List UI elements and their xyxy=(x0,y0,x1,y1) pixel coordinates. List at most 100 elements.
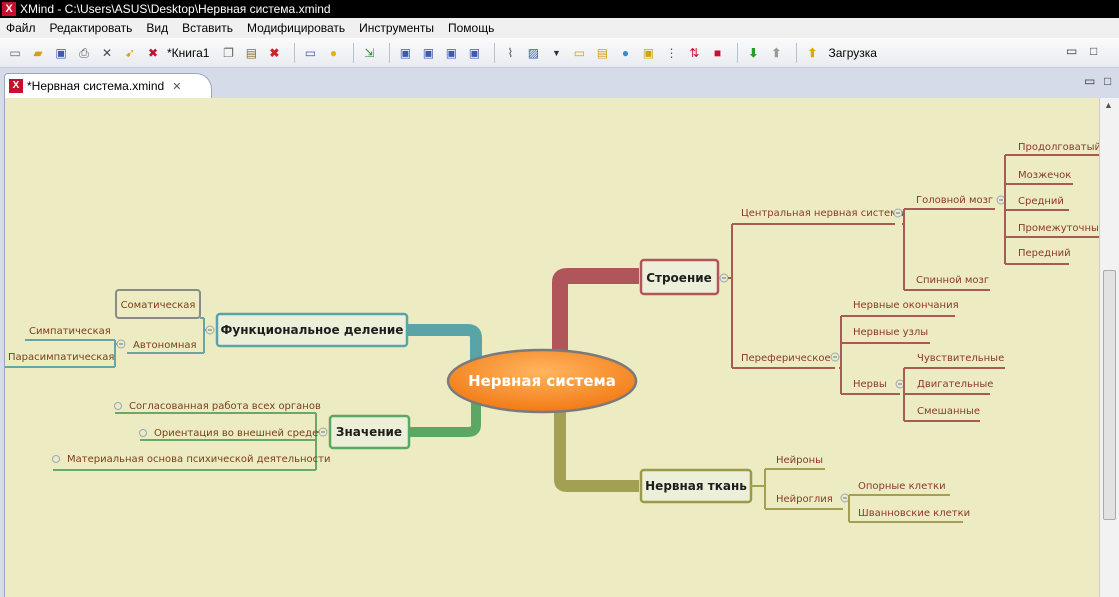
topic-brain-label[interactable]: Головной мозг xyxy=(916,195,993,206)
minimize-view-icon[interactable]: ▭ xyxy=(1066,44,1077,58)
znachenie-item-material-basis[interactable]: Материальная основа психической деятельн… xyxy=(67,454,331,465)
branch-znachenie-connector xyxy=(409,398,481,437)
topic-nerve-endings-label[interactable]: Нервные окончания xyxy=(853,300,959,311)
topic-peripheral-label[interactable]: Переферическое xyxy=(741,353,831,364)
branch-funkcional-connector xyxy=(407,324,482,362)
stroenie-sub-connector xyxy=(728,223,895,369)
toolbar-separator xyxy=(353,42,355,63)
summary-icon[interactable]: ▤ xyxy=(593,44,611,62)
glia-type-support[interactable]: Опорные клетки xyxy=(858,481,946,492)
toolbar-separator xyxy=(389,42,391,63)
menu-help[interactable]: Помощь xyxy=(448,21,494,35)
delete-icon[interactable]: ✖ xyxy=(265,44,283,62)
brain-part-midbrain[interactable]: Средний xyxy=(1018,196,1064,207)
editor-minimize-icon[interactable]: ▭ xyxy=(1084,74,1095,88)
open-folder-icon[interactable]: ▰ xyxy=(29,44,47,62)
boundary-icon[interactable]: ▭ xyxy=(570,44,588,62)
znachenie-item-orientation[interactable]: Ориентация во внешней среде xyxy=(154,428,318,439)
xmind-file-icon[interactable]: ✖ xyxy=(144,44,162,62)
attachment-icon[interactable]: ⌇ xyxy=(501,44,519,62)
print-icon[interactable]: ⎙ xyxy=(75,44,93,62)
insert-parent-topic-icon[interactable]: ▣ xyxy=(465,44,483,62)
insert-topic-before-icon[interactable]: ▣ xyxy=(442,44,460,62)
autonomic-type-sympathetic[interactable]: Симпатическая xyxy=(29,326,111,337)
topic-funkcional-label: Функциональное деление xyxy=(221,323,404,337)
presentation-icon[interactable]: ▭ xyxy=(301,44,319,62)
paste-icon[interactable]: ▤ xyxy=(242,44,260,62)
topic-neuroglia-label[interactable]: Нейроглия xyxy=(776,494,833,505)
brain-part-medulla[interactable]: Продолговатый xyxy=(1018,142,1099,153)
notes-icon[interactable]: ▣ xyxy=(639,44,657,62)
upload-arrow-icon[interactable]: ⬆ xyxy=(803,44,821,62)
insert-topic-icon[interactable]: ▣ xyxy=(396,44,414,62)
topic-znachenie-label: Значение xyxy=(336,425,402,439)
brain-part-cerebellum[interactable]: Мозжечок xyxy=(1018,170,1071,181)
idea-bulb-icon[interactable]: ● xyxy=(324,44,342,62)
book-tab-label[interactable]: *Книга1 xyxy=(167,46,209,60)
glia-type-schwann[interactable]: Шванновские клетки xyxy=(858,508,970,519)
menu-view[interactable]: Вид xyxy=(146,21,168,35)
menu-edit[interactable]: Редактировать xyxy=(50,21,133,35)
download-arrow-icon[interactable]: ⬇ xyxy=(744,44,762,62)
tab-nervnaya-sistema[interactable]: X *Нервная система.xmind ✕ xyxy=(4,73,212,98)
insert-subtopic-icon[interactable]: ▣ xyxy=(419,44,437,62)
topic-neurons-label[interactable]: Нейроны xyxy=(776,455,823,466)
title-bar: X XMind - C:\Users\ASUS\Desktop\Нервная … xyxy=(0,0,1119,18)
pin-icon[interactable]: ➹ xyxy=(121,44,139,62)
toolbar-separator xyxy=(494,42,496,63)
scroll-thumb[interactable] xyxy=(1103,270,1116,520)
editor-maximize-icon[interactable]: □ xyxy=(1104,74,1111,88)
menu-insert[interactable]: Вставить xyxy=(182,21,233,35)
window-title: XMind - C:\Users\ASUS\Desktop\Нервная си… xyxy=(20,2,331,16)
nerve-type-motor[interactable]: Двигательные xyxy=(917,379,993,390)
tab-label: *Нервная система.xmind xyxy=(27,79,165,93)
toolbar-separator xyxy=(796,42,798,63)
znachenie-item-3-expand-icon[interactable] xyxy=(52,455,60,463)
autonomic-type-parasympathetic[interactable]: Парасимпатическая xyxy=(8,352,114,363)
xmind-app-icon: X xyxy=(2,2,16,16)
topic-tkan-label: Нервная ткань xyxy=(645,479,747,493)
brain-part-diencephalon[interactable]: Промежуточный xyxy=(1018,223,1099,234)
topic-nerve-ganglia-label[interactable]: Нервные узлы xyxy=(853,327,928,338)
menu-bar: Файл Редактировать Вид Вставить Модифици… xyxy=(0,18,1119,38)
upload-button[interactable]: Загрузка xyxy=(828,46,877,60)
toolbar: ▭ ▰ ▣ ⎙ ✕ ➹ ✖ *Книга1 ❐ ▤ ✖ ▭ ● ⇲ ▣ ▣ ▣ … xyxy=(0,38,1119,68)
topic-autonomic-label[interactable]: Автономная xyxy=(133,340,197,351)
menu-modify[interactable]: Модифицировать xyxy=(247,21,345,35)
dropdown-arrow-icon[interactable]: ▼ xyxy=(547,44,565,62)
mind-map-canvas[interactable]: Нервная система Строение Центральная нер… xyxy=(4,98,1099,597)
image-icon[interactable]: ▨ xyxy=(524,44,542,62)
new-file-icon[interactable]: ▭ xyxy=(6,44,24,62)
xmind-file-icon: X xyxy=(9,79,23,93)
znachenie-item-coordination[interactable]: Согласованная работа всех органов xyxy=(129,401,321,412)
topic-somatic-label: Соматическая xyxy=(121,300,196,311)
vertical-scrollbar[interactable]: ▲ xyxy=(1099,98,1119,597)
menu-file[interactable]: Файл xyxy=(6,21,36,35)
save-icon[interactable]: ▣ xyxy=(52,44,70,62)
znachenie-item-1-expand-icon[interactable] xyxy=(114,402,122,410)
topic-stroenie-label: Строение xyxy=(646,271,712,285)
brain-part-forebrain[interactable]: Передний xyxy=(1018,248,1071,259)
relationship-icon[interactable]: ⋮ xyxy=(662,44,680,62)
branch-stroenie-connector xyxy=(552,268,639,362)
scroll-up-arrow-icon[interactable]: ▲ xyxy=(1104,100,1113,110)
znachenie-item-2-expand-icon[interactable] xyxy=(139,429,147,437)
upload-arrow-gray-icon[interactable]: ⬆ xyxy=(767,44,785,62)
topic-nerves-label[interactable]: Нервы xyxy=(853,379,887,390)
sort-icon[interactable]: ⇅ xyxy=(685,44,703,62)
menu-tools[interactable]: Инструменты xyxy=(359,21,434,35)
close-icon[interactable]: ✕ xyxy=(98,44,116,62)
drill-down-icon[interactable]: ⇲ xyxy=(360,44,378,62)
stop-icon[interactable]: ■ xyxy=(708,44,726,62)
maximize-view-icon[interactable]: □ xyxy=(1090,44,1097,58)
nerve-type-mixed[interactable]: Смешанные xyxy=(917,406,980,417)
tab-close-icon[interactable]: ✕ xyxy=(172,80,181,93)
topic-spinal-cord-label[interactable]: Спинной мозг xyxy=(916,275,989,286)
nerve-type-sensory[interactable]: Чувствительные xyxy=(917,353,1004,364)
topic-cns-label[interactable]: Центральная нервная система xyxy=(741,208,904,219)
copy-icon[interactable]: ❐ xyxy=(219,44,237,62)
toolbar-separator xyxy=(294,42,296,63)
central-topic-label: Нервная система xyxy=(468,372,616,390)
mind-map: Нервная система Строение Центральная нер… xyxy=(5,142,1099,523)
hyperlink-globe-icon[interactable]: ● xyxy=(616,44,634,62)
